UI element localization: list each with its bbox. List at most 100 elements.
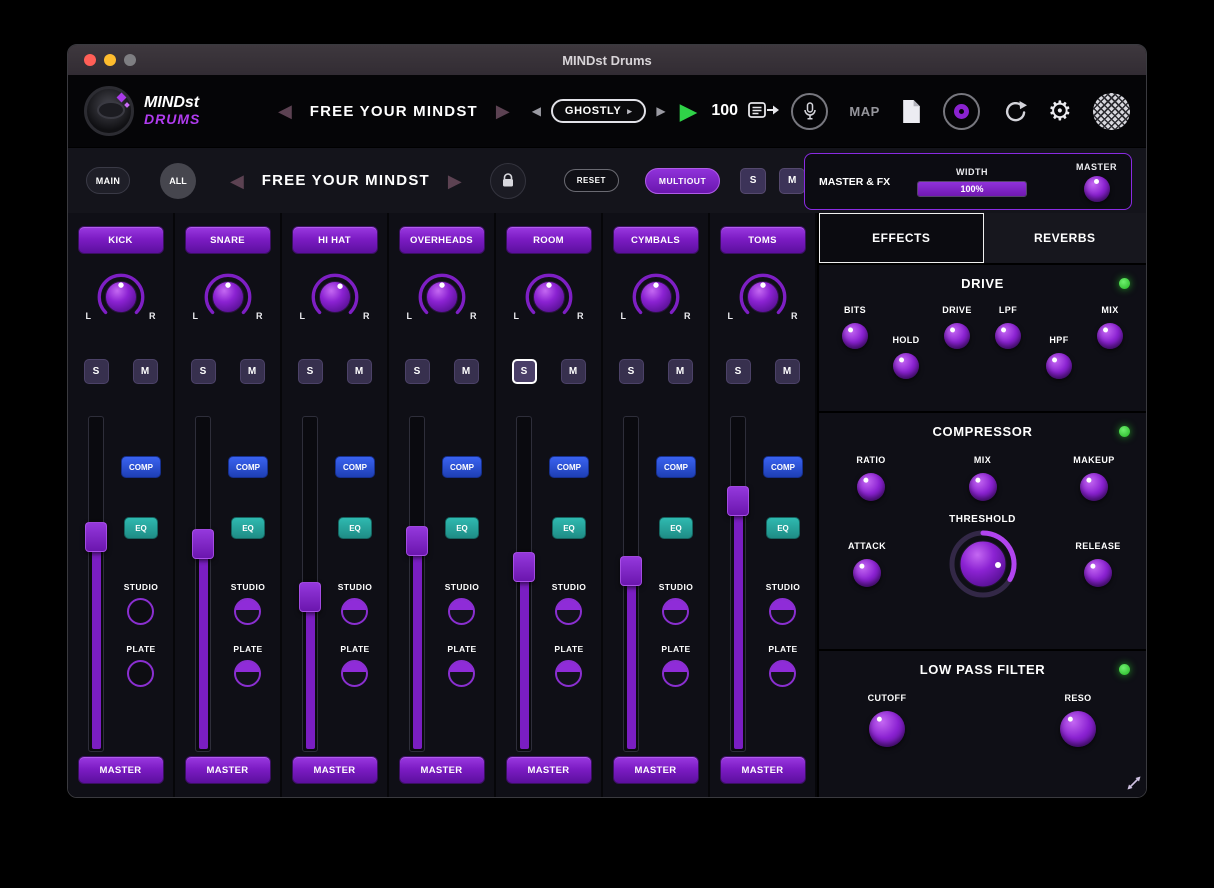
redo-icon[interactable] bbox=[1001, 99, 1027, 124]
lpf-power-led[interactable] bbox=[1119, 664, 1130, 675]
mute-button[interactable]: M bbox=[454, 359, 479, 384]
channel-name-button[interactable]: KICK bbox=[78, 226, 164, 254]
solo-button[interactable]: S bbox=[405, 359, 430, 384]
pan-knob[interactable]: L R bbox=[726, 267, 800, 325]
studio-send-knob[interactable] bbox=[662, 598, 689, 625]
eq-button[interactable]: EQ bbox=[659, 517, 693, 539]
threshold-knob[interactable] bbox=[944, 525, 1022, 603]
drive-knob[interactable] bbox=[944, 323, 970, 349]
fader-handle[interactable] bbox=[406, 526, 428, 556]
comp-button[interactable]: COMP bbox=[335, 456, 375, 478]
tempo-value[interactable]: 100 bbox=[711, 102, 738, 120]
tab-reverbs[interactable]: REVERBS bbox=[984, 213, 1147, 263]
studio-send-knob[interactable] bbox=[555, 598, 582, 625]
tab-effects[interactable]: EFFECTS bbox=[819, 213, 984, 263]
next-preset-button[interactable]: ▶ bbox=[448, 172, 462, 190]
drive-mix-knob[interactable] bbox=[1097, 323, 1123, 349]
minimize-button[interactable] bbox=[104, 54, 116, 66]
volume-fader[interactable] bbox=[730, 416, 746, 752]
channel-master-button[interactable]: MASTER bbox=[292, 756, 378, 784]
release-knob[interactable] bbox=[1084, 559, 1112, 587]
eq-button[interactable]: EQ bbox=[766, 517, 800, 539]
fader-handle[interactable] bbox=[299, 582, 321, 612]
master-volume-knob[interactable] bbox=[1084, 176, 1110, 202]
eq-button[interactable]: EQ bbox=[231, 517, 265, 539]
width-slider[interactable]: 100% bbox=[917, 181, 1027, 197]
solo-button[interactable]: S bbox=[512, 359, 537, 384]
mute-button[interactable]: M bbox=[133, 359, 158, 384]
volume-fader[interactable] bbox=[409, 416, 425, 752]
mute-button[interactable]: M bbox=[561, 359, 586, 384]
attack-knob[interactable] bbox=[853, 559, 881, 587]
pan-knob[interactable]: L R bbox=[619, 267, 693, 325]
volume-fader[interactable] bbox=[516, 416, 532, 752]
play-button[interactable]: ▶ bbox=[680, 100, 698, 123]
channel-name-button[interactable]: SNARE bbox=[185, 226, 271, 254]
comp-power-led[interactable] bbox=[1119, 426, 1130, 437]
pan-knob[interactable]: L R bbox=[191, 267, 265, 325]
volume-fader[interactable] bbox=[195, 416, 211, 752]
reset-button[interactable]: RESET bbox=[564, 169, 619, 192]
next-kit-button[interactable]: ▶ bbox=[656, 104, 665, 118]
lock-icon[interactable] bbox=[490, 163, 526, 199]
fader-handle[interactable] bbox=[727, 486, 749, 516]
eq-button[interactable]: EQ bbox=[338, 517, 372, 539]
studio-send-knob[interactable] bbox=[769, 598, 796, 625]
mic-icon[interactable] bbox=[791, 93, 828, 130]
studio-send-knob[interactable] bbox=[127, 598, 154, 625]
channel-master-button[interactable]: MASTER bbox=[720, 756, 806, 784]
studio-send-knob[interactable] bbox=[234, 598, 261, 625]
pan-knob[interactable]: L R bbox=[512, 267, 586, 325]
resize-handle-icon[interactable] bbox=[1126, 775, 1142, 794]
pan-knob[interactable]: L R bbox=[405, 267, 479, 325]
pattern-icon[interactable] bbox=[1093, 93, 1130, 130]
map-button[interactable]: MAP bbox=[849, 104, 879, 119]
comp-mix-knob[interactable] bbox=[969, 473, 997, 501]
hold-knob[interactable] bbox=[893, 353, 919, 379]
fader-handle[interactable] bbox=[513, 552, 535, 582]
plate-send-knob[interactable] bbox=[448, 660, 475, 687]
solo-button[interactable]: S bbox=[619, 359, 644, 384]
pan-knob[interactable]: L R bbox=[298, 267, 372, 325]
document-icon[interactable] bbox=[901, 99, 922, 124]
gear-icon[interactable]: ⚙ bbox=[1048, 98, 1072, 125]
bits-knob[interactable] bbox=[842, 323, 868, 349]
solo-button[interactable]: S bbox=[298, 359, 323, 384]
drive-power-led[interactable] bbox=[1119, 278, 1130, 289]
solo-button[interactable]: S bbox=[726, 359, 751, 384]
channel-name-button[interactable]: ROOM bbox=[506, 226, 592, 254]
studio-send-knob[interactable] bbox=[341, 598, 368, 625]
lpf-knob[interactable] bbox=[995, 323, 1021, 349]
volume-fader[interactable] bbox=[88, 416, 104, 752]
channel-name-button[interactable]: TOMS bbox=[720, 226, 806, 254]
comp-button[interactable]: COMP bbox=[442, 456, 482, 478]
mute-button[interactable]: M bbox=[347, 359, 372, 384]
mute-button[interactable]: M bbox=[775, 359, 800, 384]
eq-button[interactable]: EQ bbox=[552, 517, 586, 539]
channel-name-button[interactable]: OVERHEADS bbox=[399, 226, 485, 254]
channel-master-button[interactable]: MASTER bbox=[78, 756, 164, 784]
channel-master-button[interactable]: MASTER bbox=[185, 756, 271, 784]
channel-master-button[interactable]: MASTER bbox=[399, 756, 485, 784]
eq-button[interactable]: EQ bbox=[124, 517, 158, 539]
ratio-knob[interactable] bbox=[857, 473, 885, 501]
midi-export-icon[interactable] bbox=[748, 100, 780, 122]
studio-send-knob[interactable] bbox=[448, 598, 475, 625]
channel-name-button[interactable]: HI HAT bbox=[292, 226, 378, 254]
prev-kit-button[interactable]: ◀ bbox=[532, 104, 541, 118]
all-button[interactable]: ALL bbox=[160, 163, 196, 199]
comp-button[interactable]: COMP bbox=[549, 456, 589, 478]
reso-knob[interactable] bbox=[1060, 711, 1096, 747]
loop-icon[interactable] bbox=[943, 93, 980, 130]
channel-master-button[interactable]: MASTER bbox=[613, 756, 699, 784]
comp-button[interactable]: COMP bbox=[656, 456, 696, 478]
comp-button[interactable]: COMP bbox=[121, 456, 161, 478]
fader-handle[interactable] bbox=[192, 529, 214, 559]
next-preset-button[interactable]: ▶ bbox=[496, 102, 510, 120]
plate-send-knob[interactable] bbox=[769, 660, 796, 687]
channel-name-button[interactable]: CYMBALS bbox=[613, 226, 699, 254]
cutoff-knob[interactable] bbox=[869, 711, 905, 747]
global-mute-button[interactable]: M bbox=[779, 168, 805, 194]
fader-handle[interactable] bbox=[85, 522, 107, 552]
main-button[interactable]: MAIN bbox=[86, 167, 130, 194]
